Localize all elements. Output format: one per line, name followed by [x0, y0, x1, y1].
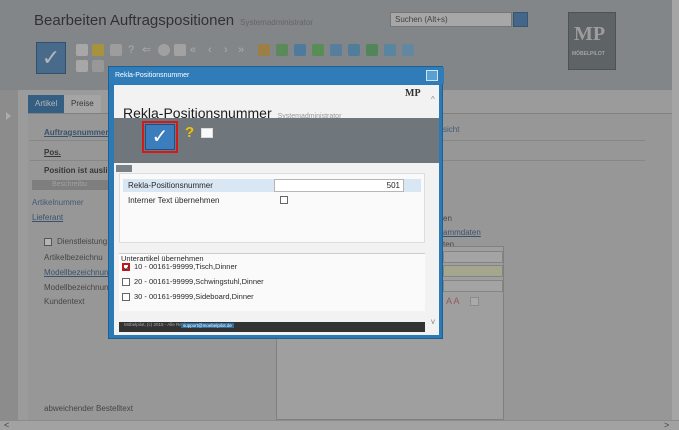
internal-text-label: Interner Text übernehmen	[128, 196, 220, 205]
sub-article-list: Unterartikel übernehmen 10 - 00161-99999…	[119, 253, 425, 311]
dialog-titlebar: Rekla-Positionsnummer	[109, 67, 444, 84]
scroll-down-icon[interactable]: v	[431, 317, 435, 326]
rekla-number-input[interactable]: 501	[274, 179, 404, 192]
internal-text-checkbox[interactable]	[280, 196, 288, 204]
dialog-body: Rekla-Positionsnummer Systemadministrator…	[114, 85, 439, 335]
sub-article-checkbox-3[interactable]	[122, 293, 130, 301]
dialog-form: Rekla-Positionsnummer 501 Interner Text …	[119, 173, 425, 243]
help-icon[interactable]: ?	[185, 124, 194, 141]
sub-article-item-2: 20 - 00161-99999,Schwingstuhl,Dinner	[134, 277, 264, 286]
close-icon[interactable]	[426, 70, 438, 81]
scroll-up-icon[interactable]: ^	[431, 95, 435, 104]
rekla-dialog: Rekla-Positionsnummer Rekla-Positionsnum…	[108, 66, 444, 339]
rekla-label: Rekla-Positionsnummer	[128, 181, 213, 190]
sub-article-item-1: 10 - 00161-99999,Tisch,Dinner	[134, 262, 238, 271]
sub-article-checkbox-2[interactable]	[122, 278, 130, 286]
confirm-button[interactable]: ✓	[145, 124, 175, 150]
dialog-logo: MP	[405, 88, 421, 99]
footer-support-link[interactable]: support@moebelpilot.de	[181, 323, 234, 328]
sub-article-checkbox-1[interactable]	[122, 263, 130, 271]
section-collapse-toggle[interactable]	[116, 165, 132, 172]
print-icon[interactable]	[201, 128, 213, 138]
sub-article-item-3: 30 - 00161-99999,Sideboard,Dinner	[134, 292, 254, 301]
